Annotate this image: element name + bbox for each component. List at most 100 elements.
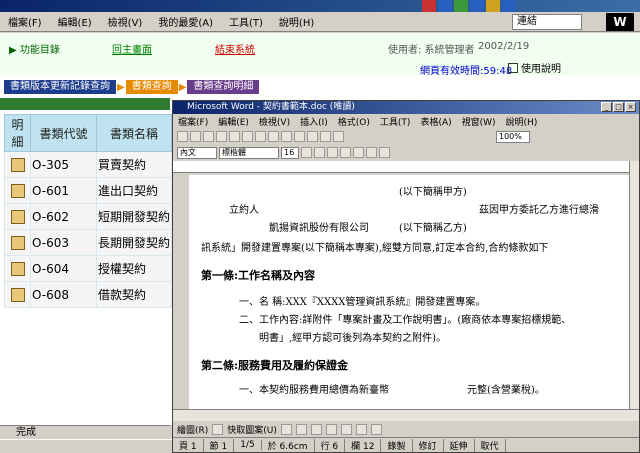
nav-function-menu[interactable]: ▶ 功能目錄 xyxy=(9,41,60,56)
word-menu-window[interactable]: 視窗(W) xyxy=(457,115,501,128)
table-row[interactable]: O-601 進出口契約 xyxy=(4,177,172,204)
menu-favorites[interactable]: 我的最愛(A) xyxy=(150,14,221,29)
bold-icon[interactable] xyxy=(301,147,312,158)
font-color-icon[interactable] xyxy=(370,423,382,435)
col-header-name: 書類名稱 xyxy=(96,114,172,152)
underline-icon[interactable] xyxy=(327,147,338,158)
app-icon[interactable] xyxy=(502,0,516,12)
menu-help[interactable]: 說明(H) xyxy=(271,14,322,29)
document-icon[interactable] xyxy=(10,287,25,302)
size-select[interactable]: 16 xyxy=(281,146,299,159)
breadcrumb: 書類版本更新記錄查詢 ▶ 書類查詢 ▶ 書類查詢明細 xyxy=(4,80,260,94)
select-arrow-icon[interactable] xyxy=(212,423,224,435)
menu-tools[interactable]: 工具(T) xyxy=(221,14,271,29)
save-icon[interactable] xyxy=(203,131,214,142)
ellipse-icon[interactable] xyxy=(325,423,337,435)
nav-home-link[interactable]: 回主畫面 xyxy=(112,41,152,56)
arrow-icon[interactable] xyxy=(295,423,307,435)
rectangle-icon[interactable] xyxy=(310,423,322,435)
undo-icon[interactable] xyxy=(294,131,305,142)
doc-line: 二、工作內容:詳附件「專案計畫及工作說明書」。(廠商依本專案招標規範、 xyxy=(239,315,572,326)
word-menu-help[interactable]: 說明(H) xyxy=(501,115,543,128)
word-menu-format[interactable]: 格式(O) xyxy=(333,115,375,128)
print-icon[interactable] xyxy=(216,131,227,142)
redo-icon[interactable] xyxy=(307,131,318,142)
new-icon[interactable] xyxy=(177,131,188,142)
doc-code: O-602 xyxy=(30,203,97,230)
word-menu-file[interactable]: 檔案(F) xyxy=(173,115,213,128)
document-icon[interactable] xyxy=(10,235,25,250)
app-icon[interactable] xyxy=(422,0,436,12)
minimize-icon[interactable]: _ xyxy=(601,102,612,112)
drawing-toolbar: 繪圖(R) 快取圖案(U) xyxy=(173,421,639,437)
app-icon[interactable] xyxy=(486,0,500,12)
app-icon[interactable] xyxy=(454,0,468,12)
menu-view[interactable]: 檢視(V) xyxy=(100,14,151,29)
status-position: 於 6.6cm xyxy=(262,438,315,452)
app-icon[interactable] xyxy=(470,0,484,12)
table-row[interactable]: O-305 買賣契約 xyxy=(4,151,172,178)
ruler[interactable] xyxy=(173,161,629,173)
textbox-icon[interactable] xyxy=(340,423,352,435)
word-menu-table[interactable]: 表格(A) xyxy=(415,115,456,128)
crumb-doc-detail: 書類查詢明細 xyxy=(187,80,260,94)
crumb-doc-query[interactable]: 書類查詢 xyxy=(125,80,178,94)
status-extend: 延伸 xyxy=(444,438,475,452)
nav-exit-link[interactable]: 結束系統 xyxy=(215,41,255,56)
document-icon[interactable] xyxy=(10,183,25,198)
document-icon[interactable] xyxy=(10,209,25,224)
copy-icon[interactable] xyxy=(268,131,279,142)
horizontal-scrollbar[interactable] xyxy=(173,409,639,421)
line-icon[interactable] xyxy=(280,423,292,435)
table-row[interactable]: O-602 短期開發契約 xyxy=(4,203,172,230)
doc-heading: 第二條:服務費用及履約保證金 xyxy=(201,359,349,372)
font-select[interactable]: 標楷體 xyxy=(219,146,279,159)
close-icon[interactable]: × xyxy=(625,102,636,112)
italic-icon[interactable] xyxy=(314,147,325,158)
doc-line: 一、名 稱:XXX『XXXX管理資訊系統』開發建置專案。 xyxy=(239,297,486,308)
session-timer: 網頁有效時間:59:48 xyxy=(420,66,513,77)
word-title-bar[interactable]: Microsoft Word - 契約書範本.doc (唯讀) xyxy=(173,101,639,114)
style-select[interactable]: 內文 xyxy=(177,146,217,159)
word-menu-insert[interactable]: 插入(I) xyxy=(295,115,333,128)
table-row[interactable]: O-603 長期開發契約 xyxy=(4,229,172,256)
zoom-select[interactable]: 100% xyxy=(496,130,530,143)
status-overwrite: 取代 xyxy=(475,438,506,452)
align-center-icon[interactable] xyxy=(353,147,364,158)
crumb-version-query[interactable]: 書類版本更新記錄查詢 xyxy=(4,80,116,94)
draw-menu[interactable]: 繪圖(R) xyxy=(177,423,208,436)
word-menu-tools[interactable]: 工具(T) xyxy=(375,115,416,128)
justify-icon[interactable] xyxy=(379,147,390,158)
word-menu-view[interactable]: 檢視(V) xyxy=(254,115,295,128)
help-link[interactable]: 使用說明 xyxy=(508,60,561,75)
preview-icon[interactable] xyxy=(229,131,240,142)
autoshape-menu[interactable]: 快取圖案(U) xyxy=(227,423,277,436)
window-controls: _ □ × xyxy=(601,102,636,112)
status-section: 節 1 xyxy=(204,438,235,452)
maximize-icon[interactable]: □ xyxy=(613,102,624,112)
document-icon[interactable] xyxy=(10,157,25,172)
menu-file[interactable]: 檔案(F) xyxy=(0,14,50,29)
spell-icon[interactable] xyxy=(242,131,253,142)
table-row[interactable]: O-608 借款契約 xyxy=(4,281,172,308)
word-menu-edit[interactable]: 編輯(E) xyxy=(213,115,254,128)
links-toolbar[interactable]: 連結 xyxy=(512,14,582,30)
table-row[interactable]: O-604 授權契約 xyxy=(4,255,172,282)
document-page[interactable]: (以下簡稱甲方) 立約人 茲因甲方委託乙方進行總滑 凱揚資訊股份有限公司 (以下… xyxy=(189,175,629,409)
doc-code: O-603 xyxy=(30,229,97,256)
vertical-scrollbar[interactable] xyxy=(629,161,639,409)
align-right-icon[interactable] xyxy=(366,147,377,158)
columns-icon[interactable] xyxy=(333,131,344,142)
doc-name: 進出口契約 xyxy=(96,177,172,204)
document-icon[interactable] xyxy=(10,261,25,276)
fill-color-icon[interactable] xyxy=(355,423,367,435)
doc-line: 元整(含營業稅)。 xyxy=(467,385,545,396)
cut-icon[interactable] xyxy=(255,131,266,142)
standard-toolbar: 100% xyxy=(173,129,639,144)
align-left-icon[interactable] xyxy=(340,147,351,158)
app-icon[interactable] xyxy=(438,0,452,12)
open-icon[interactable] xyxy=(190,131,201,142)
table-icon[interactable] xyxy=(320,131,331,142)
menu-edit[interactable]: 編輯(E) xyxy=(50,14,100,29)
paste-icon[interactable] xyxy=(281,131,292,142)
